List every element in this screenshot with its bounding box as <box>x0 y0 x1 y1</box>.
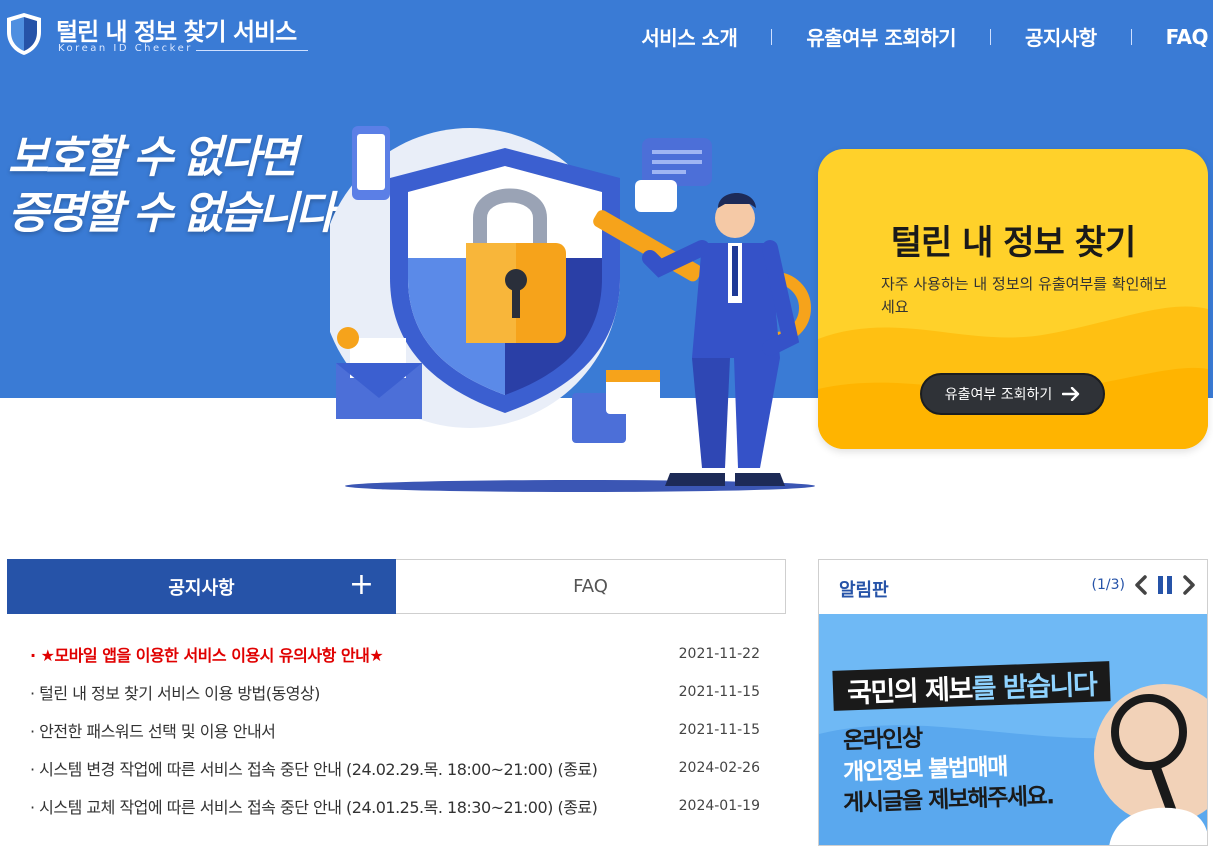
list-item[interactable]: · 시스템 변경 작업에 따른 서비스 접속 중단 안내 (24.02.29.목… <box>30 749 760 787</box>
banner-headline-a: 국민의 제보 <box>846 673 973 709</box>
site-subtitle: Korean ID Checker <box>58 43 193 54</box>
site-logo[interactable]: 털린 내 정보 찾기 서비스 Korean ID Checker <box>6 12 316 60</box>
nav-separator <box>771 28 773 45</box>
nav-separator <box>1130 28 1132 45</box>
leak-check-button[interactable]: 유출여부 조회하기 <box>920 373 1105 415</box>
user-icon <box>337 327 359 349</box>
notice-date: 2021-11-15 <box>678 684 760 700</box>
notice-title[interactable]: · 시스템 변경 작업에 따른 서비스 접속 중단 안내 (24.02.29.목… <box>30 756 598 780</box>
notice-board-header: 알림판 (1/3) <box>819 560 1207 614</box>
list-item[interactable]: · 안전한 패스워드 선택 및 이용 안내서 2021-11-15 <box>30 711 760 749</box>
carousel-controls: (1/3) <box>1092 574 1197 596</box>
tab-notices-label: 공지사항 <box>168 577 235 599</box>
card-description: 자주 사용하는 내 정보의 유출여부를 확인해보세요 <box>881 275 1168 316</box>
nav-service-intro[interactable]: 서비스 소개 <box>641 22 737 51</box>
pause-icon[interactable] <box>1157 575 1173 595</box>
carousel-page-indicator: (1/3) <box>1091 577 1125 593</box>
notice-date: 2024-02-26 <box>678 760 760 776</box>
chevron-right-icon[interactable] <box>1181 574 1197 596</box>
notice-title[interactable]: · 안전한 패스워드 선택 및 이용 안내서 <box>30 718 276 742</box>
notice-list: · ★모바일 앱을 이용한 서비스 이용시 유의사항 안내★ 2021-11-2… <box>30 635 760 825</box>
list-item[interactable]: · 시스템 교체 작업에 따른 서비스 접속 중단 안내 (24.01.25.목… <box>30 787 760 825</box>
card-title: 털린 내 정보 찾기 <box>890 223 1136 263</box>
notice-board: 알림판 (1/3) 국민의 제보 를 받습니다 온라인상 개인정보 불법매매 게… <box>818 559 1208 846</box>
tab-faq-label: FAQ <box>573 576 608 597</box>
slogan-line-1: 보호할 수 없다면 <box>8 132 298 183</box>
notice-date: 2021-11-22 <box>678 646 760 662</box>
slogan-line-2: 증명할 수 없습니다 <box>8 188 335 239</box>
notice-date: 2024-01-19 <box>678 798 760 814</box>
leak-check-card: 털린 내 정보 찾기 자주 사용하는 내 정보의 유출여부를 확인해보세요 유출… <box>818 149 1208 449</box>
notice-title[interactable]: · ★모바일 앱을 이용한 서비스 이용시 유의사항 안내★ <box>30 642 384 666</box>
logo-divider <box>196 50 308 51</box>
chevron-left-icon[interactable] <box>1133 574 1149 596</box>
banner-headline-b: 를 받습니다 <box>971 669 1097 705</box>
notice-title[interactable]: · 털린 내 정보 찾기 서비스 이용 방법(동영상) <box>30 680 320 704</box>
nav-leak-check[interactable]: 유출여부 조회하기 <box>806 22 956 51</box>
arrow-right-icon <box>1062 387 1080 401</box>
nav-faq[interactable]: FAQ <box>1166 25 1209 49</box>
site-title: 털린 내 정보 찾기 서비스 <box>56 18 297 46</box>
notice-title[interactable]: · 시스템 교체 작업에 따른 서비스 접속 중단 안내 (24.01.25.목… <box>30 794 598 818</box>
nav-separator <box>990 28 992 45</box>
report-banner[interactable]: 국민의 제보 를 받습니다 온라인상 개인정보 불법매매 게시글을 제보해주세요. <box>819 614 1207 845</box>
tab-faq[interactable]: FAQ <box>396 559 786 614</box>
notice-tabs: 공지사항 + FAQ <box>7 559 786 614</box>
leak-check-button-label: 유출여부 조회하기 <box>944 387 1053 403</box>
notice-date: 2021-11-15 <box>678 722 760 738</box>
nav-notices[interactable]: 공지사항 <box>1025 22 1097 51</box>
main-nav: 서비스 소개 유출여부 조회하기 공지사항 FAQ <box>641 22 1208 51</box>
shield-logo-icon <box>7 13 41 55</box>
more-plus-icon[interactable]: + <box>349 569 374 601</box>
hero-slogan: 보호할 수 없다면 증명할 수 없습니다 <box>8 130 368 242</box>
security-illustration <box>330 126 815 492</box>
list-item[interactable]: · 털린 내 정보 찾기 서비스 이용 방법(동영상) 2021-11-15 <box>30 673 760 711</box>
tab-notices[interactable]: 공지사항 + <box>7 559 396 614</box>
list-item[interactable]: · ★모바일 앱을 이용한 서비스 이용시 유의사항 안내★ 2021-11-2… <box>30 635 760 673</box>
notice-board-title: 알림판 <box>839 580 889 601</box>
